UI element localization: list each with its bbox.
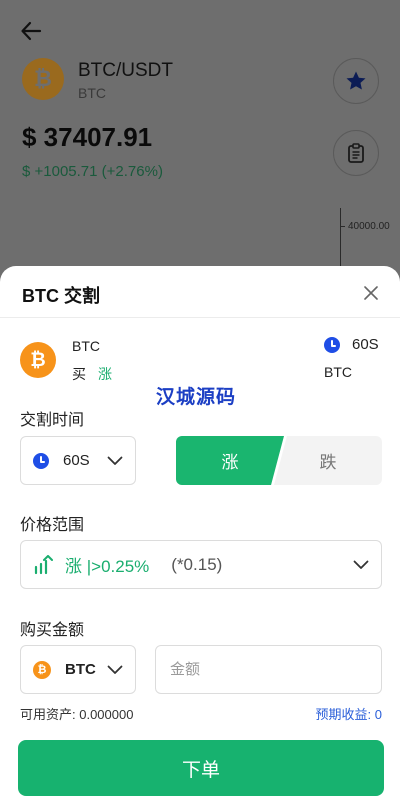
summary-time: 60S xyxy=(324,336,379,353)
base-asset: BTC xyxy=(78,85,106,101)
coin-select-value: BTC xyxy=(65,661,96,678)
star-icon xyxy=(346,71,366,90)
price-change: $ +1005.71 (+2.76%) xyxy=(22,163,163,180)
price-range-multiplier: (*0.15) xyxy=(171,554,223,574)
delivery-order-sheet: BTC 交割 ₿ BTC 买 涨 60S BTC 汉城源码 交割时间 60S 涨… xyxy=(0,266,400,805)
summary-direction: 涨 xyxy=(98,366,112,382)
delivery-time-select[interactable]: 60S xyxy=(20,436,136,485)
order-history-button[interactable] xyxy=(333,130,379,176)
trading-pair: BTC/USDT xyxy=(78,60,173,81)
delivery-time-label: 交割时间 xyxy=(20,412,85,429)
divider xyxy=(0,317,400,318)
favorite-button[interactable] xyxy=(333,58,379,104)
place-order-button[interactable]: 下单 xyxy=(18,740,384,796)
chevron-down-icon xyxy=(353,560,369,569)
watermark: 汉城源码 xyxy=(156,387,237,408)
price-range-value: 涨 |>0.25% xyxy=(65,557,150,576)
summary-base-asset: BTC xyxy=(72,338,100,354)
summary-unit: BTC xyxy=(324,364,352,380)
amount-input[interactable] xyxy=(155,645,382,694)
chart-axis xyxy=(340,208,341,268)
direction-down-button[interactable]: 跌 xyxy=(274,436,382,485)
sheet-title: BTC 交割 xyxy=(22,286,100,306)
direction-up-button[interactable]: 涨 xyxy=(176,436,284,485)
close-icon xyxy=(364,286,378,300)
current-price: $ 37407.91 xyxy=(22,122,153,152)
btc-coin-icon: ₿ xyxy=(33,660,51,679)
chart-axis-label: 40000.00 xyxy=(348,221,390,232)
btc-coin-icon: ₿ xyxy=(20,342,56,378)
summary-time-value: 60S xyxy=(352,336,379,353)
price-range-label: 价格范围 xyxy=(20,517,85,534)
summary-direction-label: 买 xyxy=(72,366,86,382)
chart-axis-tick xyxy=(340,226,345,227)
direction-toggle: 涨 跌 xyxy=(176,436,382,485)
delivery-time-value: 60S xyxy=(63,452,90,469)
price-range-select[interactable]: 涨 |>0.25% (*0.15) xyxy=(20,540,382,589)
clock-icon xyxy=(324,336,340,353)
close-button[interactable] xyxy=(358,280,384,306)
expected-profit: 预期收益: 0 xyxy=(315,707,382,722)
coin-select[interactable]: ₿ BTC xyxy=(20,645,136,694)
back-arrow-icon[interactable] xyxy=(20,20,42,42)
chevron-down-icon xyxy=(107,665,123,674)
chevron-down-icon xyxy=(107,456,123,465)
btc-coin-icon: ₿ xyxy=(22,58,64,100)
clipboard-icon xyxy=(348,143,364,163)
available-balance: 可用资产: 0.000000 xyxy=(20,707,134,722)
clock-icon xyxy=(33,452,49,469)
trend-up-icon xyxy=(34,554,53,574)
purchase-amount-label: 购买金额 xyxy=(20,622,85,639)
